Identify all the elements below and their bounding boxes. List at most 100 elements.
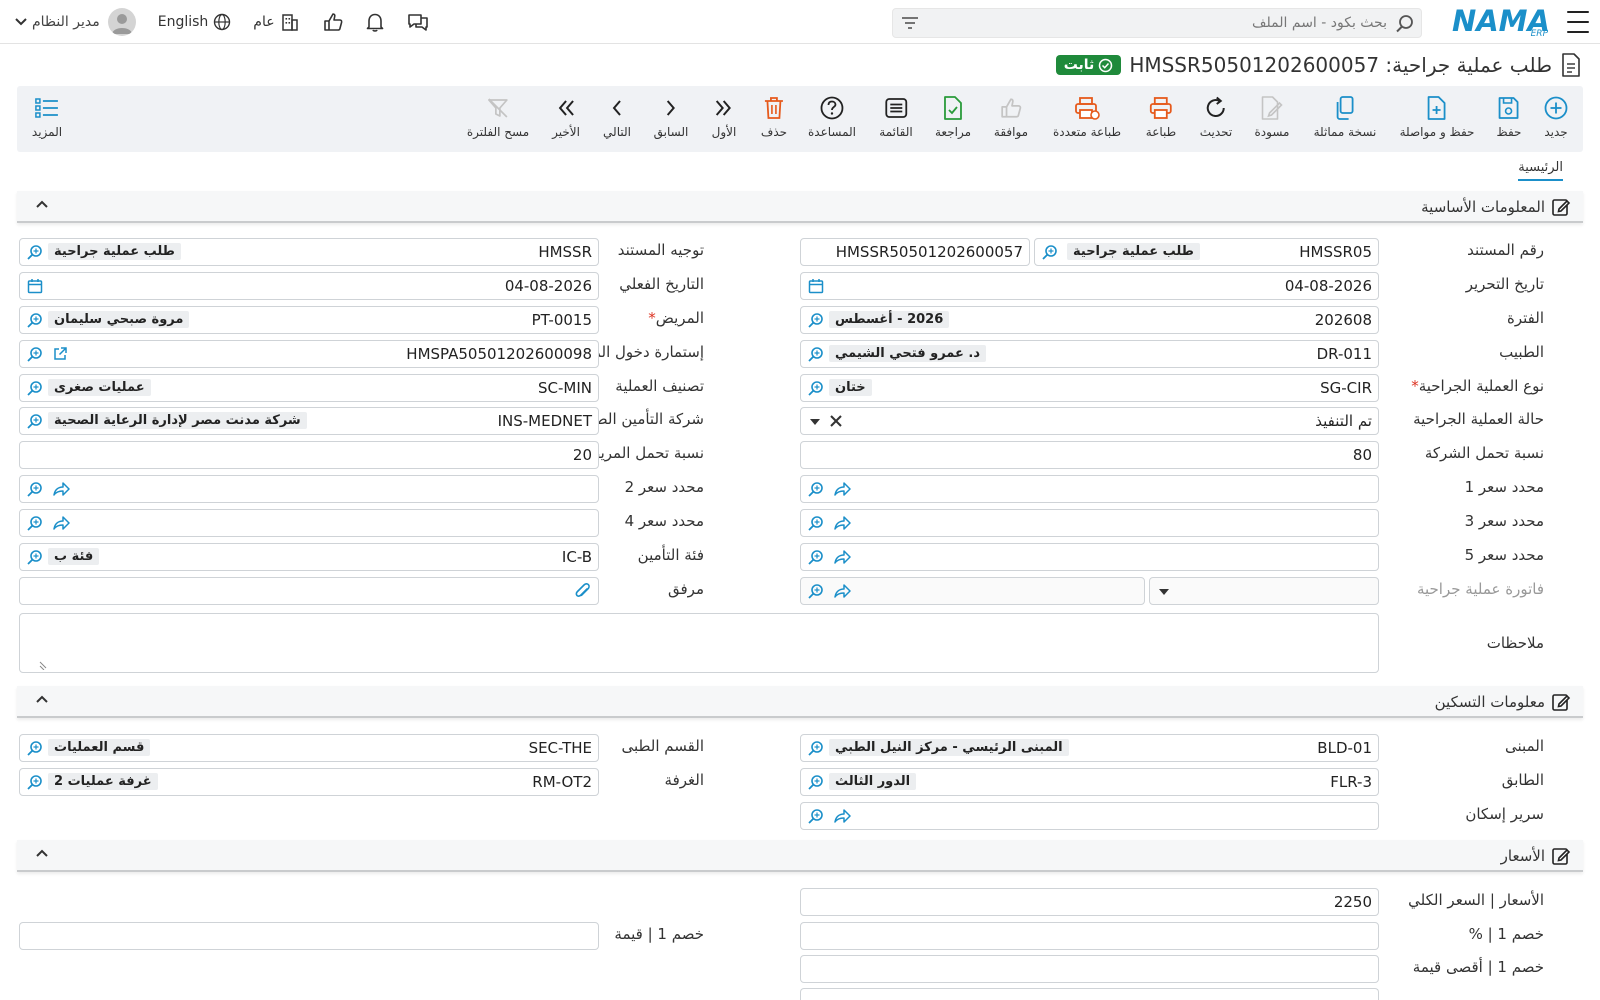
help-button[interactable]: المساعدة: [808, 94, 856, 139]
period-field[interactable]: 202608 2026 - أغسطس: [800, 306, 1379, 334]
print-button[interactable]: طباعة: [1146, 94, 1176, 139]
language-switch[interactable]: English: [158, 13, 232, 31]
last-button[interactable]: الأخير: [552, 94, 580, 139]
menu-icon[interactable]: [1566, 11, 1590, 33]
chat-icon[interactable]: [406, 11, 430, 33]
chevron-up-icon[interactable]: [35, 199, 49, 209]
lookup-icon[interactable]: [807, 808, 825, 826]
first-button[interactable]: الأول: [712, 94, 736, 139]
lookup-icon[interactable]: [807, 515, 825, 533]
price2-field[interactable]: [19, 475, 599, 503]
ins-category-field[interactable]: IC-B فئة ب: [19, 543, 599, 571]
doc-no-full-field[interactable]: HMSSR50501202600057: [800, 238, 1030, 266]
insurance-field[interactable]: INS-MEDNET شركة مدنت مصر لإدارة الرعاية …: [19, 407, 599, 435]
duplicate-button[interactable]: نسخة مماثلة: [1314, 94, 1376, 139]
lookup-icon[interactable]: [26, 380, 44, 398]
section-prices-header[interactable]: الأسعار: [17, 840, 1583, 872]
doc-no-field[interactable]: HMSSR05 طلب عملية جراحية: [1034, 238, 1379, 266]
lookup-icon[interactable]: [807, 312, 825, 330]
share-icon[interactable]: [833, 481, 851, 497]
surgery-status-select[interactable]: تم التنفيذ: [800, 407, 1379, 435]
share-icon[interactable]: [833, 808, 851, 824]
save-continue-button[interactable]: حفظ و مواصلة: [1400, 94, 1474, 139]
lookup-icon[interactable]: [807, 774, 825, 792]
invoice-type-select[interactable]: [1149, 577, 1379, 605]
building-field[interactable]: BLD-01 المبنى الرئيسي - مركز النيل الطبي: [800, 734, 1379, 762]
lookup-icon[interactable]: [807, 740, 825, 758]
refresh-button[interactable]: تحديث: [1200, 94, 1232, 139]
chevron-up-icon[interactable]: [35, 694, 49, 704]
clear-icon[interactable]: [829, 414, 843, 428]
price1-field[interactable]: [800, 475, 1379, 503]
review-button[interactable]: مراجعة: [935, 94, 971, 139]
external-link-icon[interactable]: [52, 346, 68, 362]
attachment-field[interactable]: [19, 577, 599, 605]
user-menu[interactable]: مدير النظام: [14, 8, 136, 36]
lookup-icon[interactable]: [26, 413, 44, 431]
approve-button[interactable]: موافقة: [994, 94, 1028, 139]
lookup-icon[interactable]: [26, 312, 44, 330]
next-button[interactable]: التالي: [603, 94, 631, 139]
search-icon[interactable]: [1395, 14, 1415, 34]
price5-field[interactable]: [800, 543, 1379, 571]
op-class-field[interactable]: SC-MIN عمليات صغرى: [19, 374, 599, 402]
doctor-field[interactable]: DR-011 د. عمرو فتحي الشيمي: [800, 340, 1379, 368]
lookup-icon[interactable]: [26, 740, 44, 758]
lookup-icon[interactable]: [26, 515, 44, 533]
share-icon[interactable]: [833, 549, 851, 565]
lookup-icon[interactable]: [26, 244, 44, 262]
price3-field[interactable]: [800, 509, 1379, 537]
multi-print-button[interactable]: طباعة متعددة: [1053, 94, 1121, 139]
previous-button[interactable]: السابق: [654, 94, 688, 139]
notes-textarea[interactable]: [19, 613, 1379, 673]
share-icon[interactable]: [833, 583, 851, 599]
lookup-icon[interactable]: [26, 346, 44, 364]
calendar-icon[interactable]: [27, 278, 43, 294]
lookup-icon[interactable]: [1041, 244, 1059, 262]
lookup-icon[interactable]: [26, 774, 44, 792]
section-housing-header[interactable]: معلومات التسكين: [17, 686, 1583, 718]
share-icon[interactable]: [52, 481, 70, 497]
save-button[interactable]: حفظ: [1497, 94, 1521, 139]
floor-field[interactable]: FLR-3 الدور الثالث: [800, 768, 1379, 796]
company-share-field[interactable]: 80: [800, 441, 1379, 469]
disc1-max-field[interactable]: [800, 955, 1379, 983]
share-icon[interactable]: [833, 515, 851, 531]
calendar-icon[interactable]: [808, 278, 824, 294]
new-button[interactable]: جديد: [1543, 94, 1569, 139]
app-logo[interactable]: NAMA ERP: [1452, 4, 1550, 39]
department-field[interactable]: SEC-THE قسم العمليات: [19, 734, 599, 762]
paperclip-icon[interactable]: [574, 582, 592, 602]
lookup-icon[interactable]: [807, 481, 825, 499]
lookup-icon[interactable]: [807, 583, 825, 601]
caret-down-icon[interactable]: [809, 418, 821, 426]
lookup-icon[interactable]: [26, 481, 44, 499]
bed-field[interactable]: [800, 802, 1379, 830]
resize-handle-icon[interactable]: [38, 660, 48, 670]
draft-button[interactable]: مسودة: [1255, 94, 1289, 139]
total-price-field[interactable]: 2250: [800, 888, 1379, 916]
patient-field[interactable]: PT-0015 مروة صبحي سليمان: [19, 306, 599, 334]
disc1-pct-field[interactable]: [800, 922, 1379, 950]
caret-down-icon[interactable]: [1158, 588, 1170, 596]
lookup-icon[interactable]: [807, 549, 825, 567]
bell-icon[interactable]: [364, 11, 386, 33]
room-field[interactable]: RM-OT2 غرفة عمليات 2: [19, 768, 599, 796]
section-basic-header[interactable]: المعلومات الأساسية: [17, 191, 1583, 223]
scope-switch[interactable]: عام: [253, 12, 299, 32]
clear-filter-button[interactable]: مسح الفلترة: [467, 94, 529, 139]
next-price-field[interactable]: [800, 988, 1379, 1000]
lookup-icon[interactable]: [807, 346, 825, 364]
surgery-type-field[interactable]: SG-CIR ختان: [800, 374, 1379, 402]
tab-main[interactable]: الرئيسية: [1518, 160, 1563, 181]
edit-date-field[interactable]: 04-08-2026: [800, 272, 1379, 300]
filter-icon[interactable]: [901, 15, 919, 31]
admission-field[interactable]: HMSPA50501202600098: [19, 340, 599, 368]
invoice-field[interactable]: [800, 577, 1145, 605]
lookup-icon[interactable]: [807, 380, 825, 398]
thumbs-up-icon[interactable]: [322, 11, 344, 33]
doc-route-field[interactable]: HMSSR طلب عملية جراحية: [19, 238, 599, 266]
patient-share-field[interactable]: 20: [19, 441, 599, 469]
disc1-value-field[interactable]: [19, 922, 599, 950]
chevron-up-icon[interactable]: [35, 848, 49, 858]
